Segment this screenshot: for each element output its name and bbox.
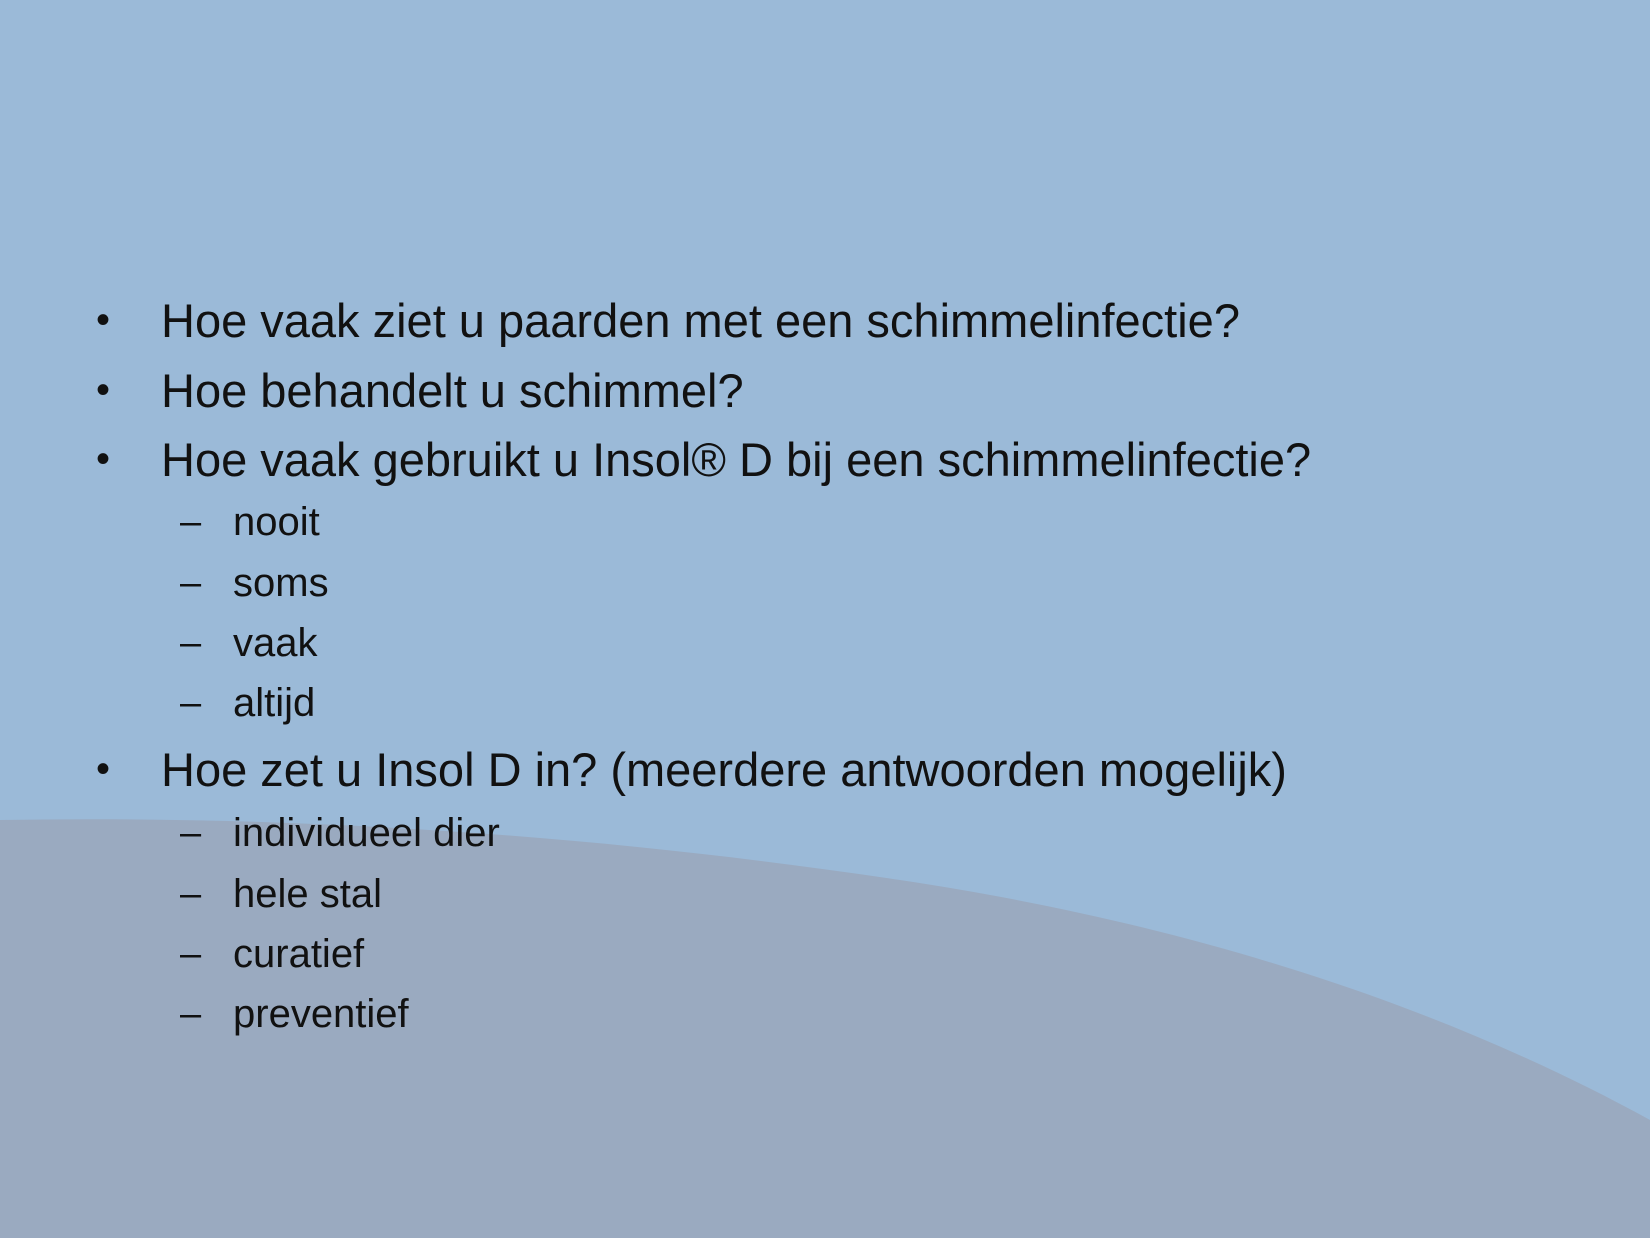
bullet-dot-icon: • bbox=[96, 746, 111, 791]
dash-icon: – bbox=[180, 500, 202, 543]
bullet-dot-icon: • bbox=[96, 297, 111, 342]
slide-body: • Hoe vaak ziet u paarden met een schimm… bbox=[0, 0, 1650, 1238]
dash-icon: – bbox=[180, 811, 202, 854]
sub-bullet-text: preventief bbox=[233, 991, 409, 1036]
slide: • Hoe vaak ziet u paarden met een schimm… bbox=[0, 0, 1650, 1238]
sub-bullet-text: altijd bbox=[233, 680, 316, 725]
sub-bullet-text: soms bbox=[233, 560, 329, 605]
sub-bullet-text: curatief bbox=[233, 931, 365, 976]
dash-icon: – bbox=[180, 621, 202, 664]
sub-bullet-text: nooit bbox=[233, 499, 320, 544]
bullet-text: Hoe vaak ziet u paarden met een schimmel… bbox=[161, 293, 1240, 347]
sub-bullet-text: vaak bbox=[233, 620, 318, 665]
bullet-dot-icon: • bbox=[96, 367, 111, 412]
dash-icon: – bbox=[180, 932, 202, 975]
bullet-text: Hoe behandelt u schimmel? bbox=[161, 363, 744, 417]
bullet-text: Hoe vaak gebruikt u Insol® D bij een sch… bbox=[161, 432, 1312, 486]
sub-bullet-text: hele stal bbox=[233, 871, 382, 916]
dash-icon: – bbox=[180, 681, 202, 724]
bullet-dot-icon: • bbox=[96, 436, 111, 481]
sub-bullet-text: individueel dier bbox=[233, 810, 500, 855]
dash-icon: – bbox=[180, 872, 202, 915]
dash-icon: – bbox=[180, 561, 202, 604]
dash-icon: – bbox=[180, 992, 202, 1035]
bullet-text: Hoe zet u Insol D in? (meerdere antwoord… bbox=[161, 742, 1287, 796]
